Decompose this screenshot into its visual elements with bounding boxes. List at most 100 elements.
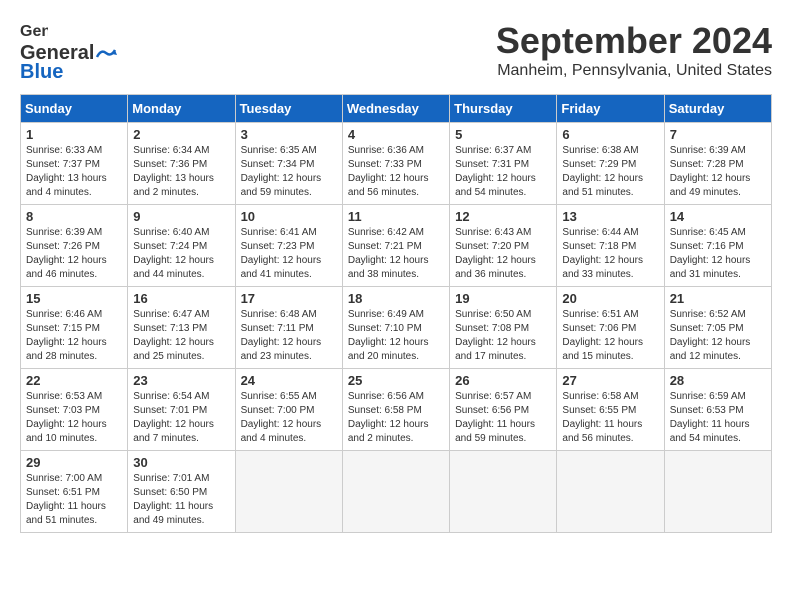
- location-title: Manheim, Pennsylvania, United States: [496, 62, 772, 80]
- day-info: Sunrise: 6:47 AM Sunset: 7:13 PM Dayligh…: [133, 308, 229, 364]
- day-number: 1: [26, 127, 122, 142]
- day-info: Sunrise: 6:45 AM Sunset: 7:16 PM Dayligh…: [670, 226, 766, 282]
- week-row-1: 8 Sunrise: 6:39 AM Sunset: 7:26 PM Daylig…: [21, 205, 772, 287]
- day-number: 13: [562, 209, 658, 224]
- month-title: September 2024: [496, 20, 772, 62]
- week-row-0: 1 Sunrise: 6:33 AM Sunset: 7:37 PM Daylig…: [21, 123, 772, 205]
- day-info: Sunrise: 6:51 AM Sunset: 7:06 PM Dayligh…: [562, 308, 658, 364]
- day-info: Sunrise: 6:40 AM Sunset: 7:24 PM Dayligh…: [133, 226, 229, 282]
- day-cell: 28 Sunrise: 6:59 AM Sunset: 6:53 PM Dayli…: [664, 369, 771, 451]
- day-info: Sunrise: 6:56 AM Sunset: 6:58 PM Dayligh…: [348, 390, 444, 446]
- day-cell: [450, 451, 557, 533]
- day-number: 6: [562, 127, 658, 142]
- day-number: 27: [562, 373, 658, 388]
- day-number: 14: [670, 209, 766, 224]
- day-info: Sunrise: 6:33 AM Sunset: 7:37 PM Dayligh…: [26, 144, 122, 200]
- day-info: Sunrise: 6:58 AM Sunset: 6:55 PM Dayligh…: [562, 390, 658, 446]
- day-cell: [235, 451, 342, 533]
- day-info: Sunrise: 6:59 AM Sunset: 6:53 PM Dayligh…: [670, 390, 766, 446]
- day-number: 15: [26, 291, 122, 306]
- week-row-2: 15 Sunrise: 6:46 AM Sunset: 7:15 PM Dayli…: [21, 287, 772, 369]
- day-info: Sunrise: 6:57 AM Sunset: 6:56 PM Dayligh…: [455, 390, 551, 446]
- day-number: 22: [26, 373, 122, 388]
- day-number: 24: [241, 373, 337, 388]
- day-info: Sunrise: 6:39 AM Sunset: 7:28 PM Dayligh…: [670, 144, 766, 200]
- day-info: Sunrise: 6:46 AM Sunset: 7:15 PM Dayligh…: [26, 308, 122, 364]
- weekday-header-wednesday: Wednesday: [342, 95, 449, 123]
- day-info: Sunrise: 6:49 AM Sunset: 7:10 PM Dayligh…: [348, 308, 444, 364]
- day-cell: 3 Sunrise: 6:35 AM Sunset: 7:34 PM Daylig…: [235, 123, 342, 205]
- day-cell: 16 Sunrise: 6:47 AM Sunset: 7:13 PM Dayli…: [128, 287, 235, 369]
- weekday-header-monday: Monday: [128, 95, 235, 123]
- day-cell: 14 Sunrise: 6:45 AM Sunset: 7:16 PM Dayli…: [664, 205, 771, 287]
- day-cell: 23 Sunrise: 6:54 AM Sunset: 7:01 PM Dayli…: [128, 369, 235, 451]
- day-cell: 6 Sunrise: 6:38 AM Sunset: 7:29 PM Daylig…: [557, 123, 664, 205]
- day-info: Sunrise: 6:38 AM Sunset: 7:29 PM Dayligh…: [562, 144, 658, 200]
- day-cell: [664, 451, 771, 533]
- logo: General General Blue: [20, 20, 117, 84]
- day-number: 21: [670, 291, 766, 306]
- day-info: Sunrise: 6:54 AM Sunset: 7:01 PM Dayligh…: [133, 390, 229, 446]
- day-number: 2: [133, 127, 229, 142]
- day-cell: 9 Sunrise: 6:40 AM Sunset: 7:24 PM Daylig…: [128, 205, 235, 287]
- weekday-header-saturday: Saturday: [664, 95, 771, 123]
- day-number: 30: [133, 455, 229, 470]
- logo-icon: General: [20, 20, 48, 42]
- weekday-header-thursday: Thursday: [450, 95, 557, 123]
- day-info: Sunrise: 6:36 AM Sunset: 7:33 PM Dayligh…: [348, 144, 444, 200]
- header-row: SundayMondayTuesdayWednesdayThursdayFrid…: [21, 95, 772, 123]
- day-cell: 12 Sunrise: 6:43 AM Sunset: 7:20 PM Dayli…: [450, 205, 557, 287]
- header: General General Blue September 2024 Manh…: [20, 20, 772, 84]
- day-info: Sunrise: 6:42 AM Sunset: 7:21 PM Dayligh…: [348, 226, 444, 282]
- day-info: Sunrise: 6:50 AM Sunset: 7:08 PM Dayligh…: [455, 308, 551, 364]
- day-cell: 27 Sunrise: 6:58 AM Sunset: 6:55 PM Dayli…: [557, 369, 664, 451]
- weekday-header-sunday: Sunday: [21, 95, 128, 123]
- day-cell: 25 Sunrise: 6:56 AM Sunset: 6:58 PM Dayli…: [342, 369, 449, 451]
- day-cell: 24 Sunrise: 6:55 AM Sunset: 7:00 PM Dayli…: [235, 369, 342, 451]
- day-cell: 7Sunrise: 6:39 AM Sunset: 7:28 PM Daylig…: [664, 123, 771, 205]
- day-number: 28: [670, 373, 766, 388]
- day-cell: 29Sunrise: 7:00 AM Sunset: 6:51 PM Dayli…: [21, 451, 128, 533]
- day-cell: 1 Sunrise: 6:33 AM Sunset: 7:37 PM Daylig…: [21, 123, 128, 205]
- day-info: Sunrise: 6:48 AM Sunset: 7:11 PM Dayligh…: [241, 308, 337, 364]
- day-cell: 5 Sunrise: 6:37 AM Sunset: 7:31 PM Daylig…: [450, 123, 557, 205]
- weekday-header-tuesday: Tuesday: [235, 95, 342, 123]
- calendar-table: SundayMondayTuesdayWednesdayThursdayFrid…: [20, 94, 772, 533]
- title-area: September 2024 Manheim, Pennsylvania, Un…: [496, 20, 772, 80]
- day-number: 12: [455, 209, 551, 224]
- week-row-4: 29Sunrise: 7:00 AM Sunset: 6:51 PM Dayli…: [21, 451, 772, 533]
- day-info: Sunrise: 6:35 AM Sunset: 7:34 PM Dayligh…: [241, 144, 337, 200]
- day-cell: 19Sunrise: 6:50 AM Sunset: 7:08 PM Dayli…: [450, 287, 557, 369]
- day-number: 29: [26, 455, 122, 470]
- day-info: Sunrise: 6:37 AM Sunset: 7:31 PM Dayligh…: [455, 144, 551, 200]
- day-info: Sunrise: 6:43 AM Sunset: 7:20 PM Dayligh…: [455, 226, 551, 282]
- day-info: Sunrise: 6:53 AM Sunset: 7:03 PM Dayligh…: [26, 390, 122, 446]
- day-number: 5: [455, 127, 551, 142]
- day-cell: 26Sunrise: 6:57 AM Sunset: 6:56 PM Dayli…: [450, 369, 557, 451]
- week-row-3: 22 Sunrise: 6:53 AM Sunset: 7:03 PM Dayli…: [21, 369, 772, 451]
- day-number: 16: [133, 291, 229, 306]
- day-number: 3: [241, 127, 337, 142]
- day-cell: 30 Sunrise: 7:01 AM Sunset: 6:50 PM Dayli…: [128, 451, 235, 533]
- day-number: 20: [562, 291, 658, 306]
- logo-wave-icon: [95, 45, 117, 63]
- day-info: Sunrise: 6:41 AM Sunset: 7:23 PM Dayligh…: [241, 226, 337, 282]
- day-number: 11: [348, 209, 444, 224]
- day-cell: 11 Sunrise: 6:42 AM Sunset: 7:21 PM Dayli…: [342, 205, 449, 287]
- day-cell: 21 Sunrise: 6:52 AM Sunset: 7:05 PM Dayli…: [664, 287, 771, 369]
- day-cell: 20 Sunrise: 6:51 AM Sunset: 7:06 PM Dayli…: [557, 287, 664, 369]
- day-number: 8: [26, 209, 122, 224]
- logo-blue: Blue: [20, 61, 63, 84]
- day-number: 9: [133, 209, 229, 224]
- day-info: Sunrise: 6:39 AM Sunset: 7:26 PM Dayligh…: [26, 226, 122, 282]
- day-cell: 15 Sunrise: 6:46 AM Sunset: 7:15 PM Dayli…: [21, 287, 128, 369]
- day-info: Sunrise: 6:52 AM Sunset: 7:05 PM Dayligh…: [670, 308, 766, 364]
- day-cell: 10Sunrise: 6:41 AM Sunset: 7:23 PM Dayli…: [235, 205, 342, 287]
- day-cell: 18Sunrise: 6:49 AM Sunset: 7:10 PM Dayli…: [342, 287, 449, 369]
- day-number: 25: [348, 373, 444, 388]
- day-cell: 17Sunrise: 6:48 AM Sunset: 7:11 PM Dayli…: [235, 287, 342, 369]
- day-info: Sunrise: 7:01 AM Sunset: 6:50 PM Dayligh…: [133, 472, 229, 528]
- day-info: Sunrise: 6:55 AM Sunset: 7:00 PM Dayligh…: [241, 390, 337, 446]
- day-cell: 4Sunrise: 6:36 AM Sunset: 7:33 PM Daylig…: [342, 123, 449, 205]
- day-number: 23: [133, 373, 229, 388]
